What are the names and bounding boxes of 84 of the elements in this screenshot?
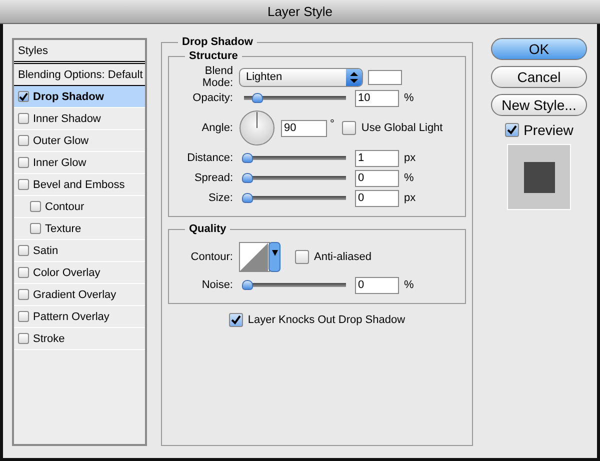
checkbox[interactable] — [18, 267, 29, 278]
field-label: Contour: — [190, 251, 233, 263]
checkbox[interactable] — [18, 289, 29, 300]
style-label: Gradient Overlay — [33, 288, 116, 300]
value-field[interactable]: 1 — [355, 150, 399, 166]
checkbox[interactable] — [18, 113, 29, 124]
style-label: Stroke — [33, 332, 65, 344]
field-label: Opacity: — [192, 92, 233, 104]
value-field[interactable]: 0 — [355, 190, 399, 206]
angle-dial[interactable] — [239, 110, 275, 146]
style-label: Color Overlay — [33, 266, 100, 278]
checkbox[interactable] — [18, 179, 29, 190]
checkbox-label: Anti-aliased — [314, 251, 372, 263]
style-list-item[interactable]: Contour — [14, 196, 145, 218]
style-list-item[interactable]: Gradient Overlay — [14, 284, 145, 306]
style-list-item[interactable]: Inner Glow — [14, 152, 145, 174]
checkbox[interactable] — [18, 91, 29, 102]
value-field[interactable]: 0 — [355, 276, 399, 294]
checkbox-label: Preview — [524, 122, 574, 138]
field-label: Size: — [208, 192, 233, 204]
value-field[interactable]: 10 — [355, 90, 399, 106]
slider-thumb[interactable] — [242, 193, 253, 203]
field-label: Angle: — [200, 122, 233, 134]
dialog-button[interactable]: New Style... — [491, 94, 587, 116]
style-label: Outer Glow — [33, 134, 89, 146]
checkbox[interactable] — [342, 121, 356, 135]
field-label: Distance: — [186, 152, 233, 164]
checkbox-label: Layer Knocks Out Drop Shadow — [248, 314, 406, 326]
slider-thumb[interactable] — [242, 173, 253, 183]
preview-square — [524, 162, 554, 192]
checkbox[interactable] — [18, 157, 29, 168]
list-header: Styles — [18, 44, 48, 56]
checkbox[interactable] — [18, 311, 29, 322]
style-label: Bevel and Emboss — [33, 178, 125, 190]
style-list-item[interactable]: Texture — [14, 218, 145, 240]
style-label: Blending Options: Default — [18, 68, 143, 80]
field-label: Noise: — [200, 279, 233, 291]
slider-thumb[interactable] — [242, 280, 253, 290]
checkbox[interactable] — [30, 201, 41, 212]
style-list-item[interactable]: Pattern Overlay — [14, 306, 145, 328]
color-swatch[interactable] — [368, 70, 402, 84]
field-label: Spread: — [193, 172, 233, 184]
checkbox[interactable] — [18, 333, 29, 344]
value-field[interactable]: 0 — [355, 170, 399, 186]
group-title: Structure — [188, 50, 239, 62]
style-list-item[interactable]: Outer Glow — [14, 130, 145, 152]
dialog-button[interactable]: Cancel — [491, 66, 587, 88]
checkbox[interactable] — [228, 313, 243, 327]
stepper-icon — [346, 68, 362, 86]
unit-label: px — [404, 152, 416, 164]
slider-thumb[interactable] — [252, 93, 263, 103]
unit-label: ° — [330, 118, 334, 130]
unit-label: % — [404, 172, 414, 184]
checkbox[interactable] — [18, 245, 29, 256]
style-label: Pattern Overlay — [33, 310, 110, 322]
field-label: Blend Mode: — [201, 65, 233, 89]
style-label: Drop Shadow — [33, 90, 104, 102]
checkbox[interactable] — [18, 135, 29, 146]
blend-mode-select[interactable]: Lighten — [239, 68, 363, 86]
contour-picker[interactable] — [239, 242, 281, 272]
style-list-item[interactable]: Color Overlay — [14, 262, 145, 284]
style-label: Inner Shadow — [33, 112, 101, 124]
group-title: Drop Shadow — [181, 36, 254, 48]
style-label: Contour — [45, 200, 84, 212]
window-title: Layer Style — [267, 4, 333, 19]
checkbox-label: Use Global Light — [361, 122, 443, 134]
unit-label: % — [404, 92, 414, 104]
style-list-item[interactable]: Bevel and Emboss — [14, 174, 145, 196]
checkbox[interactable] — [504, 123, 519, 137]
style-list-item[interactable]: Inner Shadow — [14, 108, 145, 130]
unit-label: % — [404, 279, 414, 291]
unit-label: px — [404, 192, 416, 204]
style-list-item[interactable]: Stroke — [14, 328, 145, 350]
style-list-item[interactable]: Satin — [14, 240, 145, 262]
group-title: Quality — [188, 223, 228, 235]
checkbox[interactable] — [295, 250, 309, 264]
style-label: Inner Glow — [33, 156, 86, 168]
angle-field[interactable]: 90 — [281, 120, 327, 136]
checkbox[interactable] — [30, 223, 41, 234]
style-list-item[interactable]: Drop Shadow — [14, 86, 145, 108]
style-label: Texture — [45, 222, 82, 234]
slider-thumb[interactable] — [242, 153, 253, 163]
style-label: Satin — [33, 244, 58, 256]
dialog-button[interactable]: OK — [491, 38, 587, 60]
